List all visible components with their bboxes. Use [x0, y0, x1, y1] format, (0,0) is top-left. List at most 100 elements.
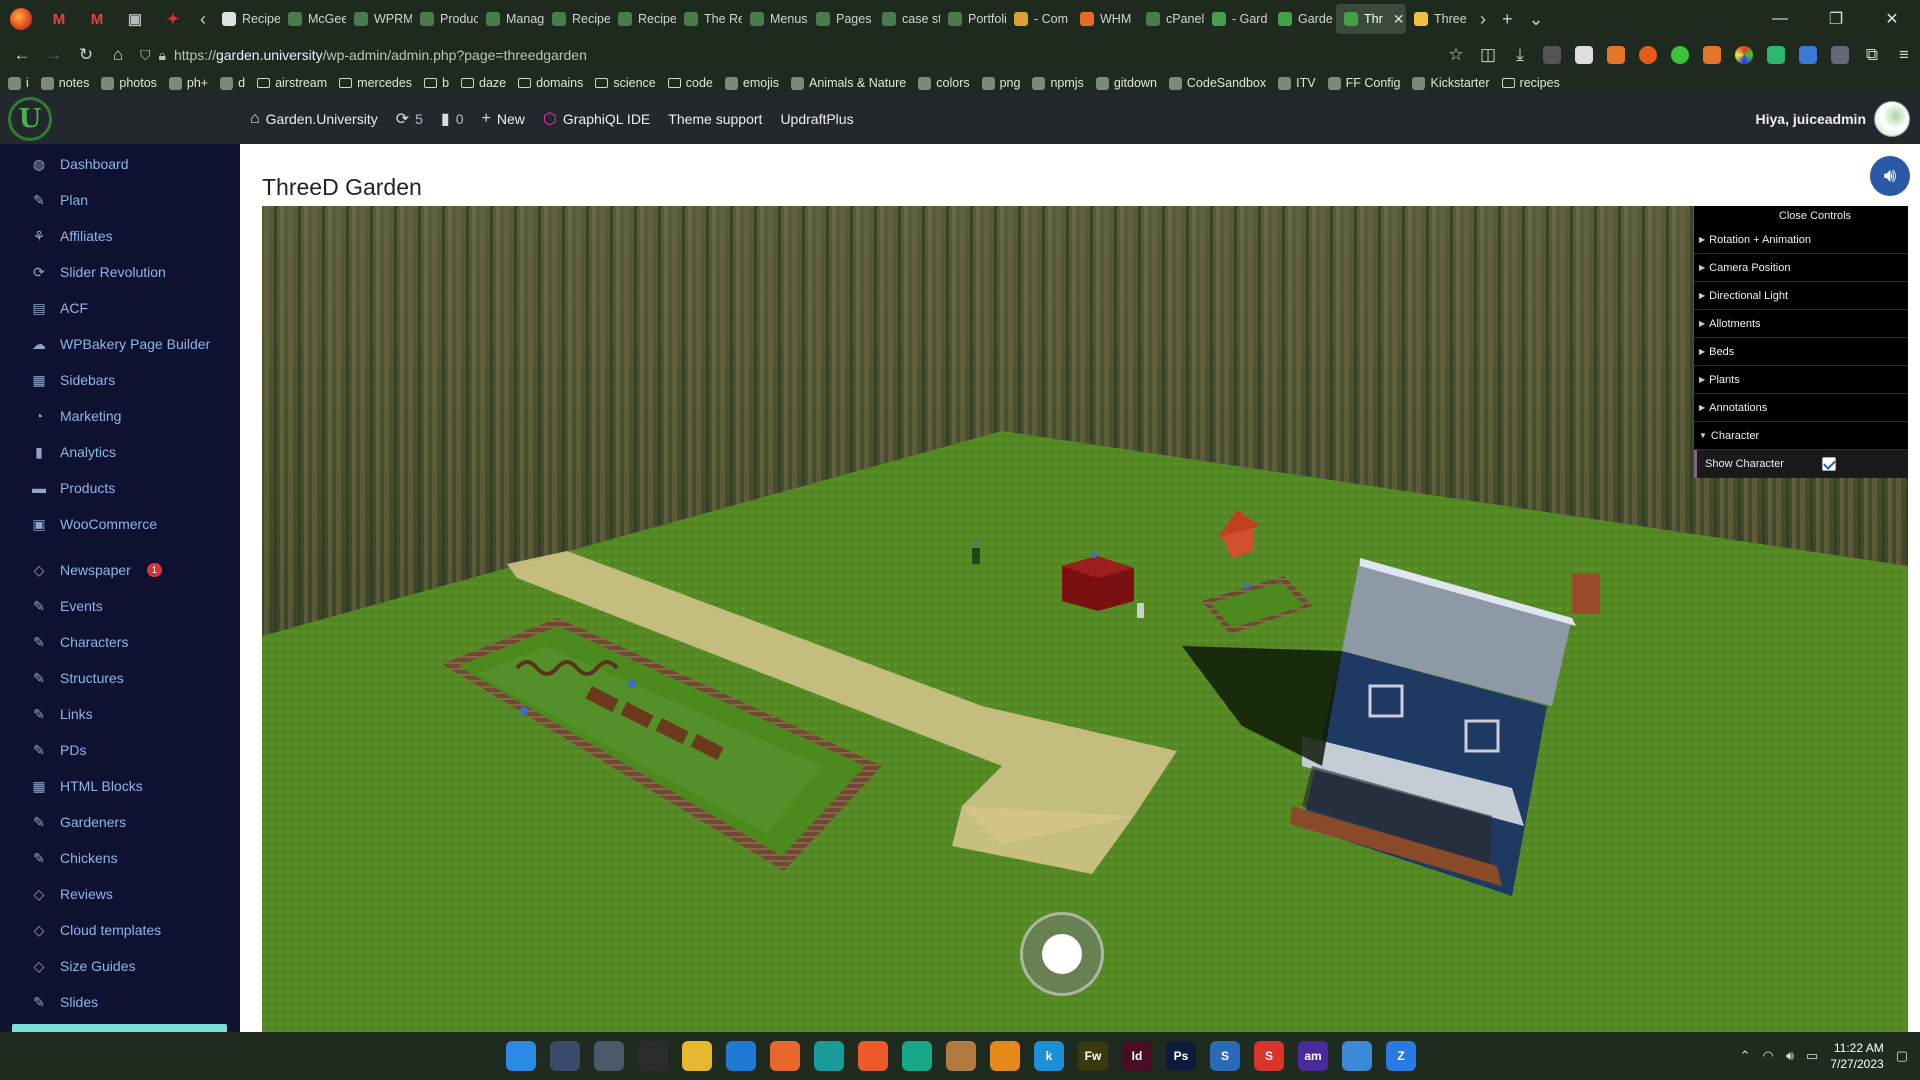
sidebar-item-events[interactable]: ✎ Events: [0, 588, 240, 624]
sidebar-item-reviews[interactable]: ◇ Reviews: [0, 876, 240, 912]
bookmark-item[interactable]: png: [981, 76, 1020, 90]
bookmark-item[interactable]: emojis: [724, 76, 779, 90]
s-blue-icon[interactable]: S: [1210, 1041, 1240, 1071]
sidebar-item-marketing[interactable]: ◔ Marketing: [0, 398, 240, 434]
updraftplus-link[interactable]: UpdraftPlus: [780, 111, 853, 127]
graphiql-link[interactable]: ⬡ GraphiQL IDE: [543, 109, 650, 129]
browser-tab[interactable]: Products: [412, 4, 478, 34]
bookmark-item[interactable]: i: [8, 76, 29, 90]
notifications-icon[interactable]: ▢: [1896, 1048, 1908, 1064]
terminal-icon[interactable]: [638, 1041, 668, 1071]
s-red-icon[interactable]: S: [1254, 1041, 1284, 1071]
color-picker-icon[interactable]: [1735, 46, 1753, 64]
gmail-tab-2[interactable]: M: [78, 0, 116, 38]
photoshop-icon[interactable]: Ps: [1166, 1041, 1196, 1071]
downloads-icon[interactable]: ⤓: [1504, 40, 1536, 70]
extension-icon[interactable]: [1543, 46, 1561, 64]
sidebar-item-affiliates[interactable]: ⚘ Affiliates: [0, 218, 240, 254]
bookmark-item[interactable]: FF Config: [1327, 76, 1400, 90]
pocket-icon[interactable]: ◫: [1472, 40, 1504, 70]
browser-tab[interactable]: Three: [1406, 4, 1472, 34]
sidebar-item-plan[interactable]: ✎ Plan: [0, 182, 240, 218]
firefox-icon[interactable]: [770, 1041, 800, 1071]
pinned-tab[interactable]: ▣: [116, 0, 154, 38]
sidebar-item-cloud-templates[interactable]: ◇ Cloud templates: [0, 912, 240, 948]
site-name-link[interactable]: ⌂ Garden.University: [250, 110, 378, 128]
gui-folder-plants[interactable]: ▶ Plants: [1694, 366, 1908, 394]
bookmark-item[interactable]: colors: [918, 76, 970, 90]
lock-icon[interactable]: 🔒︎: [159, 47, 166, 64]
box-icon[interactable]: [946, 1041, 976, 1071]
minimize-icon[interactable]: —: [1752, 0, 1808, 38]
bookmark-item[interactable]: gitdown: [1095, 76, 1157, 90]
fireworks-icon[interactable]: Fw: [1078, 1041, 1108, 1071]
stats-extension-icon[interactable]: [1575, 46, 1593, 64]
k-icon[interactable]: k: [1034, 1041, 1064, 1071]
browser-tab[interactable]: The Recip: [676, 4, 742, 34]
theme-support-link[interactable]: Theme support: [668, 111, 762, 127]
browser-tab[interactable]: Thr ✕: [1336, 4, 1406, 34]
joystick-knob[interactable]: [1042, 934, 1082, 974]
bookmark-item[interactable]: ph+: [168, 76, 208, 90]
url-bar[interactable]: ⛉ 🔒︎ https://garden.university/wp-admin/…: [140, 41, 1380, 69]
sidebar-item-gardeners[interactable]: ✎ Gardeners: [0, 804, 240, 840]
paint-icon[interactable]: [1342, 1041, 1372, 1071]
clock[interactable]: 11:22 AM 7/27/2023: [1830, 1040, 1883, 1072]
shield-icon[interactable]: ⛉: [140, 47, 151, 64]
bookmark-item[interactable]: airstream: [257, 76, 327, 90]
sidebar-item-newspaper[interactable]: ◇ Newspaper 1: [0, 552, 240, 588]
green-extension-icon[interactable]: [1671, 46, 1689, 64]
file-explorer-icon[interactable]: [682, 1041, 712, 1071]
joystick-control[interactable]: [1020, 912, 1104, 996]
sidebar-item-size-guides[interactable]: ◇ Size Guides: [0, 948, 240, 984]
ublock-icon[interactable]: [1639, 46, 1657, 64]
new-tab-icon[interactable]: +: [1494, 9, 1521, 30]
bookmark-item[interactable]: science: [595, 76, 656, 90]
wifi-icon[interactable]: ◠: [1762, 1048, 1773, 1064]
browser-tab[interactable]: McGee Ho: [280, 4, 346, 34]
battery-icon[interactable]: ▭: [1806, 1048, 1818, 1064]
sidebar-item-links[interactable]: ✎ Links: [0, 696, 240, 732]
browser-tab[interactable]: Manage -: [478, 4, 544, 34]
browser-tab[interactable]: WHM: [1072, 4, 1138, 34]
amazon-music-icon[interactable]: am: [1298, 1041, 1328, 1071]
sidebar-item-wpbakery-page-builder[interactable]: ☁ WPBakery Page Builder: [0, 326, 240, 362]
bookmark-item[interactable]: code: [667, 76, 713, 90]
bookmark-item[interactable]: b: [424, 76, 449, 90]
sidebar-item-slider-revolution[interactable]: ⟳ Slider Revolution: [0, 254, 240, 290]
menu-icon[interactable]: ≡: [1888, 40, 1920, 70]
gui-folder-rotation-animation[interactable]: ▶ Rotation + Animation: [1694, 226, 1908, 254]
trash-extension-icon[interactable]: [1703, 46, 1721, 64]
bookmark-item[interactable]: daze: [461, 76, 506, 90]
list-tabs-icon[interactable]: ⌄: [1521, 9, 1552, 30]
show-character-checkbox[interactable]: [1821, 457, 1836, 471]
c-extension-icon[interactable]: [1831, 46, 1849, 64]
browser-tab[interactable]: Menus - C: [742, 4, 808, 34]
bookmark-item[interactable]: ITV: [1278, 76, 1316, 90]
save-extension-icon[interactable]: [1767, 46, 1785, 64]
sidebar-item-analytics[interactable]: ▮ Analytics: [0, 434, 240, 470]
gmail-tab[interactable]: M: [40, 0, 78, 38]
bookmark-item[interactable]: photos: [101, 76, 157, 90]
sidebar-item-acf[interactable]: ▤ ACF: [0, 290, 240, 326]
browser-tab[interactable]: Recipes -: [544, 4, 610, 34]
edge-icon[interactable]: [814, 1041, 844, 1071]
sidebar-item-woocommerce[interactable]: ▣ WooCommerce: [0, 506, 240, 542]
volume-icon[interactable]: 🔊︎: [1786, 1048, 1794, 1064]
browser-tab[interactable]: Pages - Cr: [808, 4, 874, 34]
sidebar-item-sidebars[interactable]: ▦ Sidebars: [0, 362, 240, 398]
browser-tab[interactable]: case studi: [874, 4, 940, 34]
sound-toggle-button[interactable]: 🔊︎: [1870, 156, 1910, 196]
bookmark-item[interactable]: notes: [40, 76, 89, 90]
bookmark-item[interactable]: recipes: [1501, 76, 1560, 90]
home-icon[interactable]: ⌂: [102, 40, 134, 70]
threed-garden-canvas[interactable]: Close Controls ▶ Rotation + Animation ▶ Cam…: [262, 206, 1908, 1032]
zoom-icon[interactable]: Z: [1386, 1041, 1416, 1071]
site-logo[interactable]: U: [0, 94, 60, 144]
swift-icon[interactable]: [858, 1041, 888, 1071]
close-window-icon[interactable]: ✕: [1864, 0, 1920, 38]
gui-folder-character[interactable]: ▼ Character: [1694, 422, 1908, 450]
bookmark-item[interactable]: Kickstarter: [1412, 76, 1490, 90]
browser-tab[interactable]: Garde: [1270, 4, 1336, 34]
close-tab-icon[interactable]: ✕: [1393, 11, 1405, 28]
